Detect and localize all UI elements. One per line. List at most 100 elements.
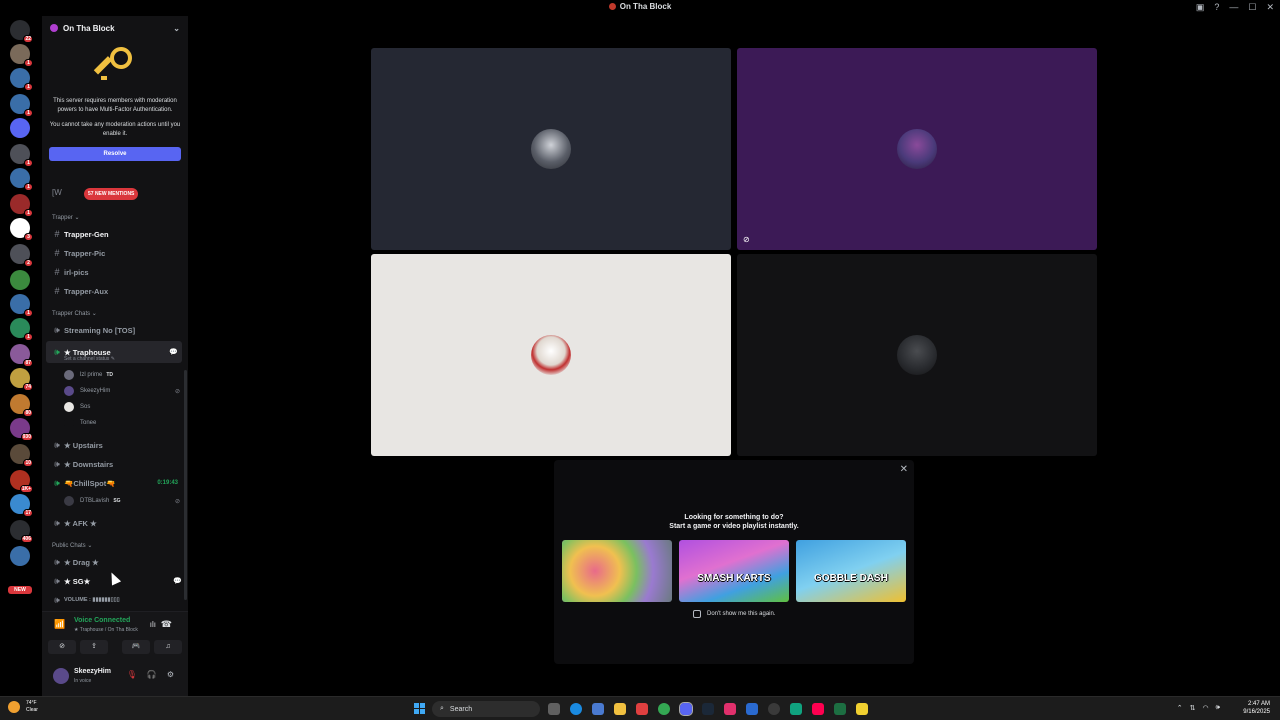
server-icon[interactable]: 1 xyxy=(10,318,33,341)
channel-irl-pics[interactable]: # irl-pics xyxy=(42,264,182,280)
user-name[interactable]: SkeezyHim xyxy=(74,668,111,675)
new-mentions-pill[interactable]: 57 NEW MENTIONS xyxy=(84,188,139,200)
category-public-chats[interactable]: Public Chats ⌄ xyxy=(52,542,92,549)
excel-icon[interactable] xyxy=(834,703,846,715)
participant-tile[interactable] xyxy=(371,48,731,250)
inbox-icon[interactable]: ▣ xyxy=(1196,2,1205,13)
server-icon[interactable]: 10 xyxy=(10,444,33,467)
channel-drag[interactable]: 🕪 ★ Drag ★ xyxy=(42,554,182,570)
server-icon[interactable]: 1 xyxy=(10,144,33,167)
server-icon[interactable] xyxy=(10,270,30,290)
server-icon[interactable]: 80 xyxy=(10,394,33,417)
server-icon[interactable]: 3 xyxy=(10,218,33,241)
app-icon[interactable] xyxy=(746,703,758,715)
voice-status-title[interactable]: Voice Connected xyxy=(74,617,130,624)
channel-afk[interactable]: 🕪 ★ AFK ★ xyxy=(42,515,182,531)
dont-show-checkbox[interactable]: Don't show me this again. xyxy=(693,610,776,618)
activity-card[interactable]: GOBBLE DASH xyxy=(796,540,906,602)
chat-icon[interactable]: 💬 xyxy=(173,577,182,585)
channel-streaming[interactable]: 🕪 Streaming No [TOS] xyxy=(42,322,182,338)
participant-tile[interactable] xyxy=(371,254,731,456)
server-icon[interactable]: 1 xyxy=(10,68,33,91)
network-icon[interactable]: ⇅ xyxy=(1190,704,1196,712)
channel-status[interactable]: Set a channel status ✎ xyxy=(64,356,115,362)
mute-icon[interactable]: 🎙 xyxy=(127,670,137,679)
server-icon[interactable]: 1 xyxy=(10,294,33,317)
edge-icon[interactable] xyxy=(570,703,582,715)
steam-icon[interactable] xyxy=(702,703,714,715)
resolve-button[interactable]: Resolve xyxy=(49,147,181,161)
minimize-button[interactable]: — xyxy=(1229,2,1238,13)
signal-icon[interactable]: 📶 xyxy=(54,619,65,630)
server-icon[interactable]: 1 xyxy=(10,194,33,217)
activity-card[interactable]: SMASH KARTS xyxy=(679,540,789,602)
share-screen-button[interactable]: ⇪ xyxy=(80,640,108,654)
settings-icon[interactable] xyxy=(768,703,780,715)
chatgpt-icon[interactable] xyxy=(790,703,802,715)
participant-tile[interactable]: ⊘ xyxy=(737,48,1097,250)
channel-downstairs[interactable]: 🕪 ★ Downstairs xyxy=(42,456,182,472)
help-icon[interactable]: ? xyxy=(1214,2,1219,13)
direct-messages-button[interactable]: 22 xyxy=(10,20,33,43)
voice-user[interactable]: Sos xyxy=(64,400,180,414)
category-trapper-chats[interactable]: Trapper Chats ⌄ xyxy=(52,310,97,317)
maximize-button[interactable]: ☐ xyxy=(1248,2,1256,13)
channel-volume[interactable]: 🕪 VOLUME : ▮▮▮▮▮▮▯▯▯ xyxy=(42,592,182,608)
camera-off-button[interactable]: ⊘ xyxy=(48,640,76,654)
chevron-up-icon[interactable]: ⌃ xyxy=(1177,704,1183,712)
server-header[interactable]: On Tha Block ⌄ xyxy=(42,16,188,40)
server-icon[interactable] xyxy=(10,546,30,566)
voice-user[interactable]: SkeezyHim ⊘ xyxy=(64,384,180,398)
server-icon[interactable]: 406 xyxy=(10,520,33,543)
channel-trapper-pic[interactable]: # Trapper-Pic xyxy=(42,245,182,261)
wifi-icon[interactable]: ◠ xyxy=(1202,704,1208,712)
server-icon[interactable]: 1 xyxy=(10,44,33,67)
sticky-notes-icon[interactable] xyxy=(856,703,868,715)
server-icon[interactable]: 87 xyxy=(10,344,33,367)
server-icon[interactable] xyxy=(10,118,30,138)
deafen-icon[interactable]: 🎧 xyxy=(147,670,157,679)
file-explorer-icon[interactable] xyxy=(614,703,626,715)
store-icon[interactable] xyxy=(636,703,648,715)
server-icon[interactable]: 1K+ xyxy=(10,470,33,493)
server-icon[interactable]: 1 xyxy=(10,94,33,117)
server-icon[interactable]: 930 xyxy=(10,418,33,441)
channel-upstairs[interactable]: 🕪 ★ Upstairs xyxy=(42,437,182,453)
instagram-icon[interactable] xyxy=(724,703,736,715)
weather-widget[interactable]: 74°F Clear xyxy=(8,700,38,714)
activity-card[interactable] xyxy=(562,540,672,602)
sidebar-scrollbar[interactable] xyxy=(184,370,187,600)
checkbox-icon[interactable] xyxy=(693,610,701,618)
close-button[interactable]: ✕ xyxy=(1266,2,1274,13)
close-icon[interactable]: ✕ xyxy=(900,464,908,475)
copilot-icon[interactable] xyxy=(592,703,604,715)
server-icon[interactable]: 17 xyxy=(10,494,33,517)
voice-user[interactable]: DTBLavish SG ⊘ xyxy=(64,494,180,508)
taskbar-search[interactable]: ⌕ Search xyxy=(432,701,540,717)
tiktok-icon[interactable] xyxy=(812,703,824,715)
avatar[interactable] xyxy=(53,668,69,684)
task-view-icon[interactable] xyxy=(548,703,560,715)
participant-tile[interactable] xyxy=(737,254,1097,456)
channel-trapper-gen[interactable]: # Trapper-Gen xyxy=(42,226,182,242)
gear-icon[interactable]: ⚙ xyxy=(167,670,174,679)
start-button[interactable] xyxy=(414,703,425,714)
taskbar-clock[interactable]: 2:47 AM 9/16/2025 xyxy=(1243,700,1270,716)
volume-icon[interactable]: 🕪 xyxy=(1216,704,1220,712)
chrome-icon[interactable] xyxy=(658,703,670,715)
server-icon[interactable]: 74 xyxy=(10,368,33,391)
activities-button[interactable]: 🎮 xyxy=(122,640,150,654)
voice-status-subtitle[interactable]: ★ Traphouse / On Tha Block xyxy=(74,627,138,633)
category-trapper[interactable]: Trapper ⌄ xyxy=(52,214,79,221)
channel-trapper-aux[interactable]: # Trapper-Aux xyxy=(42,283,182,299)
channel-partial[interactable]: [W xyxy=(52,188,62,197)
voice-user[interactable]: Tonee xyxy=(64,416,180,430)
soundboard-button[interactable]: ♫ xyxy=(154,640,182,654)
discord-icon[interactable] xyxy=(679,702,693,716)
server-icon[interactable]: 1 xyxy=(10,168,33,191)
noise-suppression-icon[interactable]: ılı xyxy=(150,620,156,629)
voice-user[interactable]: lzl prime TD xyxy=(64,368,180,382)
server-icon[interactable]: 2 xyxy=(10,244,33,267)
chat-icon[interactable]: 💬 xyxy=(169,348,178,356)
disconnect-icon[interactable]: ☎ xyxy=(161,619,172,630)
